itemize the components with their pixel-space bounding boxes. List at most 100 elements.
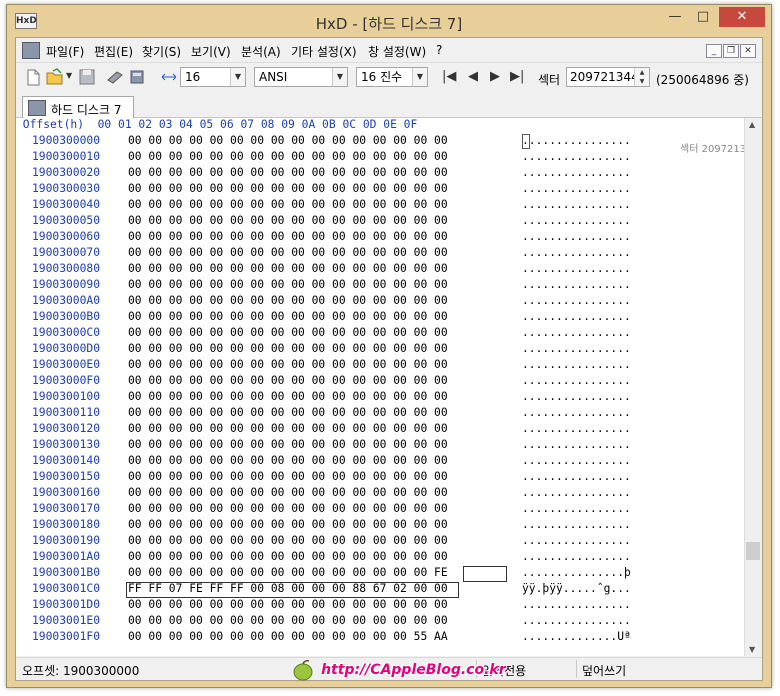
scroll-down-icon[interactable]: ▼ bbox=[749, 645, 755, 654]
offset-base-select[interactable]: 16 진수 ▼ bbox=[356, 67, 428, 87]
row-text[interactable]: ................ bbox=[522, 534, 631, 547]
row-text[interactable]: ................ bbox=[522, 598, 631, 611]
row-bytes[interactable]: 00 00 00 00 00 00 00 00 00 00 00 00 00 0… bbox=[128, 198, 448, 211]
mdi-minimize-button[interactable]: _ bbox=[706, 44, 722, 58]
row-text[interactable]: ................ bbox=[522, 406, 631, 419]
row-bytes[interactable]: 00 00 00 00 00 00 00 00 00 00 00 00 00 0… bbox=[128, 182, 448, 195]
row-bytes[interactable]: 00 00 00 00 00 00 00 00 00 00 00 00 00 0… bbox=[128, 214, 448, 227]
row-bytes[interactable]: 00 00 00 00 00 00 00 00 00 00 00 00 00 0… bbox=[128, 422, 448, 435]
row-bytes[interactable]: 00 00 00 00 00 00 00 00 00 00 00 00 00 0… bbox=[128, 134, 448, 147]
mdi-close-button[interactable]: ✕ bbox=[740, 44, 756, 58]
mdi-restore-button[interactable]: ❐ bbox=[723, 44, 739, 58]
ram-icon[interactable] bbox=[106, 68, 124, 86]
disk-icon[interactable] bbox=[128, 68, 146, 86]
row-text[interactable]: ................ bbox=[522, 614, 631, 627]
row-bytes[interactable]: 00 00 00 00 00 00 00 00 00 00 00 00 00 0… bbox=[128, 470, 448, 483]
next-sector-icon[interactable]: ▶ bbox=[490, 69, 500, 84]
row-bytes[interactable]: 00 00 00 00 00 00 00 00 00 00 00 00 00 0… bbox=[128, 566, 448, 579]
row-text[interactable]: ................ bbox=[522, 278, 631, 291]
row-text[interactable]: ................ bbox=[522, 422, 631, 435]
row-bytes[interactable]: 00 00 00 00 00 00 00 00 00 00 00 00 00 0… bbox=[128, 278, 448, 291]
row-bytes[interactable]: 00 00 00 00 00 00 00 00 00 00 00 00 00 0… bbox=[128, 454, 448, 467]
row-bytes[interactable]: 00 00 00 00 00 00 00 00 00 00 00 00 00 0… bbox=[128, 310, 448, 323]
first-sector-icon[interactable]: |◀ bbox=[442, 69, 456, 84]
row-text[interactable]: ................ bbox=[522, 486, 631, 499]
row-text[interactable]: ................ bbox=[522, 310, 631, 323]
row-text[interactable]: ...............þ bbox=[522, 566, 631, 579]
row-bytes[interactable]: 00 00 00 00 00 00 00 00 00 00 00 00 00 0… bbox=[128, 358, 448, 371]
row-text[interactable]: ................ bbox=[522, 262, 631, 275]
menu-analysis[interactable]: 분석(A) bbox=[241, 43, 281, 60]
row-bytes[interactable]: 00 00 00 00 00 00 00 00 00 00 00 00 00 0… bbox=[128, 390, 448, 403]
spin-arrows-icon[interactable]: ▲ ▼ bbox=[634, 68, 649, 86]
row-text[interactable]: ................ bbox=[522, 502, 631, 515]
row-text[interactable]: ................ bbox=[522, 326, 631, 339]
row-text[interactable]: ................ bbox=[522, 518, 631, 531]
row-bytes[interactable]: 00 00 00 00 00 00 00 00 00 00 00 00 00 0… bbox=[128, 246, 448, 259]
menu-view[interactable]: 보기(V) bbox=[191, 43, 231, 60]
last-sector-icon[interactable]: ▶| bbox=[510, 69, 524, 84]
sector-spinbox[interactable]: 209721344 ▲ ▼ bbox=[566, 67, 650, 87]
row-text[interactable]: ................ bbox=[522, 150, 631, 163]
row-bytes[interactable]: 00 00 00 00 00 00 00 00 00 00 00 00 00 0… bbox=[128, 486, 448, 499]
row-text[interactable]: ................ bbox=[522, 246, 631, 259]
menu-help[interactable]: ? bbox=[436, 43, 442, 57]
open-folder-icon[interactable] bbox=[46, 68, 64, 86]
scroll-up-icon[interactable]: ▲ bbox=[749, 120, 755, 129]
row-bytes[interactable]: 00 00 00 00 00 00 00 00 00 00 00 00 00 0… bbox=[128, 294, 448, 307]
row-text[interactable]: ................ bbox=[522, 438, 631, 451]
title-bar[interactable]: HxD HxD - [하드 디스크 7] — □ ✕ bbox=[7, 5, 771, 37]
row-text[interactable]: ................ bbox=[522, 358, 631, 371]
row-text[interactable]: ................ bbox=[522, 374, 631, 387]
new-file-icon[interactable] bbox=[24, 68, 42, 86]
row-text[interactable]: ................ bbox=[522, 342, 631, 355]
row-text[interactable]: ................ bbox=[522, 230, 631, 243]
row-bytes[interactable]: 00 00 00 00 00 00 00 00 00 00 00 00 00 0… bbox=[128, 326, 448, 339]
row-bytes[interactable]: 00 00 00 00 00 00 00 00 00 00 00 00 00 0… bbox=[128, 630, 448, 643]
row-text[interactable]: ................ bbox=[522, 134, 631, 147]
document-system-icon[interactable] bbox=[22, 42, 40, 59]
row-bytes[interactable]: 00 00 00 00 00 00 00 00 00 00 00 00 00 0… bbox=[128, 518, 448, 531]
row-bytes[interactable]: 00 00 00 00 00 00 00 00 00 00 00 00 00 0… bbox=[128, 150, 448, 163]
row-text[interactable]: ................ bbox=[522, 214, 631, 227]
row-bytes[interactable]: 00 00 00 00 00 00 00 00 00 00 00 00 00 0… bbox=[128, 342, 448, 355]
row-text[interactable]: ................ bbox=[522, 294, 631, 307]
row-bytes[interactable]: 00 00 00 00 00 00 00 00 00 00 00 00 00 0… bbox=[128, 230, 448, 243]
menu-file[interactable]: 파일(F) bbox=[46, 43, 84, 60]
charset-select[interactable]: ANSI ▼ bbox=[254, 67, 348, 87]
row-bytes[interactable]: 00 00 00 00 00 00 00 00 00 00 00 00 00 0… bbox=[128, 166, 448, 179]
row-bytes[interactable]: 00 00 00 00 00 00 00 00 00 00 00 00 00 0… bbox=[128, 550, 448, 563]
row-text[interactable]: ................ bbox=[522, 550, 631, 563]
row-text[interactable]: ................ bbox=[522, 454, 631, 467]
vertical-scrollbar[interactable]: ▲ ▼ bbox=[744, 118, 762, 656]
close-button[interactable]: ✕ bbox=[719, 7, 765, 27]
row-text[interactable]: ................ bbox=[522, 198, 631, 211]
row-bytes[interactable]: 00 00 00 00 00 00 00 00 00 00 00 00 00 0… bbox=[128, 438, 448, 451]
row-text[interactable]: ................ bbox=[522, 470, 631, 483]
open-dropdown-icon[interactable]: ▼ bbox=[66, 71, 72, 80]
hex-editor-view[interactable]: Offset(h) 00 01 02 03 04 05 06 07 08 09 … bbox=[16, 118, 762, 656]
bytes-per-row-select[interactable]: 16 ▼ bbox=[180, 67, 246, 87]
row-bytes[interactable]: 00 00 00 00 00 00 00 00 00 00 00 00 00 0… bbox=[128, 374, 448, 387]
menu-window[interactable]: 창 설정(W) bbox=[368, 43, 426, 60]
row-bytes[interactable]: 00 00 00 00 00 00 00 00 00 00 00 00 00 0… bbox=[128, 406, 448, 419]
row-text[interactable]: ..............Uª bbox=[522, 630, 631, 643]
menu-edit[interactable]: 편집(E) bbox=[94, 43, 133, 60]
minimize-button[interactable]: — bbox=[661, 7, 689, 27]
previous-sector-icon[interactable]: ◀ bbox=[468, 69, 478, 84]
save-icon[interactable] bbox=[78, 68, 96, 86]
row-bytes[interactable]: 00 00 00 00 00 00 00 00 00 00 00 00 00 0… bbox=[128, 262, 448, 275]
row-text[interactable]: ................ bbox=[522, 166, 631, 179]
row-bytes[interactable]: 00 00 00 00 00 00 00 00 00 00 00 00 00 0… bbox=[128, 534, 448, 547]
row-bytes[interactable]: 00 00 00 00 00 00 00 00 00 00 00 00 00 0… bbox=[128, 502, 448, 515]
row-text[interactable]: ÿÿ.þÿÿ.....ˆg... bbox=[522, 582, 631, 595]
row-text[interactable]: ................ bbox=[522, 390, 631, 403]
menu-extras[interactable]: 기타 설정(X) bbox=[291, 43, 357, 60]
menu-search[interactable]: 찾기(S) bbox=[142, 43, 181, 60]
maximize-button[interactable]: □ bbox=[689, 7, 717, 27]
row-bytes[interactable]: 00 00 00 00 00 00 00 00 00 00 00 00 00 0… bbox=[128, 614, 448, 627]
scroll-thumb[interactable] bbox=[746, 542, 760, 560]
row-text[interactable]: ................ bbox=[522, 182, 631, 195]
tab-disk-7[interactable]: 하드 디스크 7 bbox=[22, 96, 134, 118]
row-bytes[interactable]: 00 00 00 00 00 00 00 00 00 00 00 00 00 0… bbox=[128, 598, 448, 611]
